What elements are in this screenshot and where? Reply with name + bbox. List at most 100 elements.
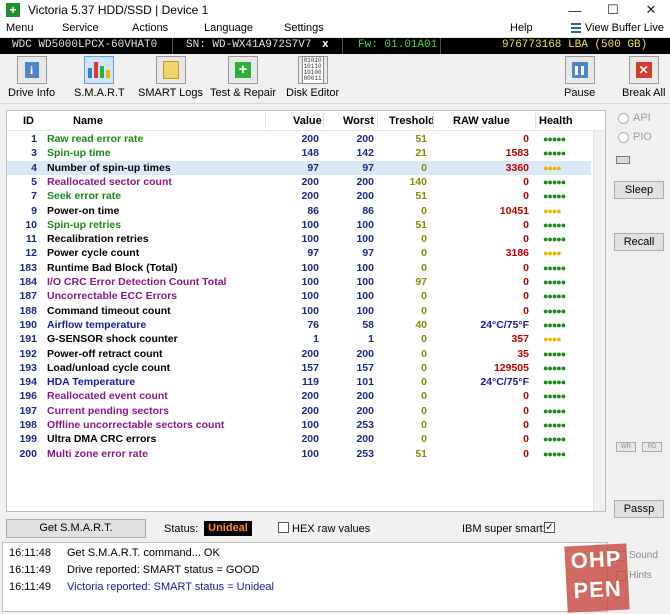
cell-threshold: 0 xyxy=(421,347,427,360)
cell-name: Ultra DMA CRC errors xyxy=(47,433,157,446)
table-row[interactable]: 12 Power cycle count 97 97 0 3186 ●●●● xyxy=(7,246,591,260)
cell-threshold: 0 xyxy=(421,361,427,374)
table-row[interactable]: 3 Spin-up time 148 142 21 1583 ●●●●● xyxy=(7,146,591,160)
table-row[interactable]: 191 G-SENSOR shock counter 1 1 0 357 ●●●● xyxy=(7,332,591,346)
table-scrollbar[interactable] xyxy=(593,131,605,511)
cell-worst: 157 xyxy=(356,361,374,374)
col-name[interactable]: Name xyxy=(73,115,103,127)
cell-health: ●●●●● xyxy=(543,448,566,459)
test-repair-button[interactable]: + Test & Repair xyxy=(210,56,276,102)
table-row[interactable]: 198 Offline uncorrectable sectors count 10… xyxy=(7,418,591,432)
cell-health: ●●●●● xyxy=(543,434,566,445)
break-all-button[interactable]: ✕ Break All xyxy=(622,56,665,102)
watermark-logo: OHP PEN xyxy=(564,543,630,613)
cell-raw: 357 xyxy=(511,333,529,346)
cell-id: 200 xyxy=(19,447,37,460)
table-row[interactable]: 197 Current pending sectors 200 200 0 0 ●●●●● xyxy=(7,404,591,418)
cell-value: 200 xyxy=(301,390,319,403)
device-model[interactable]: WDC WD5000LPCX-60VHAT0 xyxy=(12,39,157,51)
table-row[interactable]: 196 Reallocated event count 200 200 0 0 ●●●●● xyxy=(7,389,591,403)
cell-name: Runtime Bad Block (Total) xyxy=(47,261,178,274)
cell-name: Power-off retract count xyxy=(47,347,163,360)
col-worst[interactable]: Worst xyxy=(343,115,374,127)
cell-name: Power-on time xyxy=(47,204,120,217)
pio-radio[interactable]: PIO xyxy=(618,131,652,143)
table-row[interactable]: 194 HDA Temperature 119 101 0 24°C/75°F ●●●●● xyxy=(7,375,591,389)
cell-health: ●●●●● xyxy=(543,176,566,187)
pause-button[interactable]: Pause xyxy=(564,56,595,102)
cell-value: 200 xyxy=(301,433,319,446)
menu-item-settings[interactable]: Settings xyxy=(284,22,324,34)
table-row[interactable]: 193 Load/unload cycle count 157 157 0 129505 ●… xyxy=(7,361,591,375)
col-value[interactable]: Value xyxy=(293,115,322,127)
cell-health: ●●●●● xyxy=(543,362,566,373)
drive-info-button[interactable]: i Drive Info xyxy=(8,56,55,102)
close-button[interactable]: ✕ xyxy=(632,0,670,20)
menu-item-language[interactable]: Language xyxy=(204,22,253,34)
table-row[interactable]: 187 Uncorrectable ECC Errors 100 100 0 0 ●●●●● xyxy=(7,289,591,303)
cell-id: 7 xyxy=(31,190,37,203)
rd-indicator: RD xyxy=(642,442,662,452)
col-id[interactable]: ID xyxy=(23,115,34,127)
table-row[interactable]: 184 I/O CRC Error Detection Count Total 10… xyxy=(7,275,591,289)
cell-name: Offline uncorrectable sectors count xyxy=(47,419,225,431)
col-threshold[interactable]: Treshold xyxy=(389,115,435,127)
device-close-button[interactable]: x xyxy=(322,39,329,51)
menu-item-help[interactable]: Help xyxy=(510,22,533,34)
table-row[interactable]: 183 Runtime Bad Block (Total) 100 100 0 0 ●●●●… xyxy=(7,261,591,275)
sleep-button[interactable]: Sleep xyxy=(614,181,664,199)
cell-worst: 58 xyxy=(362,318,374,331)
table-row[interactable]: 10 Spin-up retries 100 100 51 0 ●●●●● xyxy=(7,218,591,232)
pio-label: PIO xyxy=(633,131,652,143)
cell-worst: 200 xyxy=(356,190,374,203)
app-icon: + xyxy=(6,3,20,17)
table-row[interactable]: 190 Airflow temperature 76 58 40 24°C/75°F ●●●… xyxy=(7,318,591,332)
cell-health: ●●●●● xyxy=(543,234,566,245)
cell-name: Number of spin-up times xyxy=(47,161,171,174)
table-row[interactable]: 1 Raw read error rate 200 200 51 0 ●●●●● xyxy=(7,132,591,146)
table-row[interactable]: 7 Seek error rate 200 200 51 0 ●●●●● xyxy=(7,189,591,203)
table-row[interactable]: 199 Ultra DMA CRC errors 200 200 0 0 ●●●●● xyxy=(7,432,591,446)
smart-button[interactable]: S.M.A.R.T xyxy=(74,56,125,102)
menu-item-service[interactable]: Service xyxy=(62,22,99,34)
table-row[interactable]: 192 Power-off retract count 200 200 0 35 ●●●●● xyxy=(7,347,591,361)
smart-table[interactable]: ID Name Value Worst Treshold RAW value H… xyxy=(6,110,606,512)
table-row[interactable]: 11 Recalibration retries 100 100 0 0 ●●●●● xyxy=(7,232,591,246)
col-raw[interactable]: RAW value xyxy=(453,115,510,127)
maximize-button[interactable]: ☐ xyxy=(594,0,632,20)
table-row[interactable]: 9 Power-on time 86 86 0 10451 ●●●● xyxy=(7,204,591,218)
cell-id: 196 xyxy=(19,390,37,403)
col-health[interactable]: Health xyxy=(539,115,573,127)
cell-worst: 100 xyxy=(356,261,374,274)
hex-raw-checkbox[interactable] xyxy=(278,522,289,533)
plus-icon: + xyxy=(228,56,259,84)
device-lba: 976773168 LBA (500 GB) xyxy=(502,39,648,51)
smart-logs-button[interactable]: SMART Logs xyxy=(138,56,203,102)
menu-item-menu[interactable]: Menu xyxy=(6,22,34,34)
minimize-button[interactable]: — xyxy=(556,0,594,20)
recall-button[interactable]: Recall xyxy=(614,233,664,251)
get-smart-button[interactable]: Get S.M.A.R.T. xyxy=(6,519,146,538)
menu-item-actions[interactable]: Actions xyxy=(132,22,168,34)
event-log[interactable]: 16:11:48 Get S.M.A.R.T. command... OK 16:1… xyxy=(2,542,608,612)
cell-raw: 0 xyxy=(523,233,529,246)
cell-health: ●●●● xyxy=(543,205,562,216)
ibm-super-smart-checkbox[interactable]: ✓ xyxy=(544,522,555,533)
cell-raw: 0 xyxy=(523,419,529,431)
view-buffer-live-label: View Buffer Live xyxy=(584,22,664,34)
log-time: 16:11:48 xyxy=(9,547,52,559)
table-row[interactable]: 188 Command timeout count 100 100 0 0 ●●●●● xyxy=(7,304,591,318)
cell-threshold: 0 xyxy=(421,290,427,303)
cell-id: 5 xyxy=(31,175,37,188)
disk-editor-button[interactable]: 01010 10110 10100 00011 Disk Editor xyxy=(286,56,339,102)
device-serial: SN: WD-WX41A972S7V7 xyxy=(186,39,312,51)
view-buffer-live[interactable]: View Buffer Live xyxy=(570,22,664,34)
table-row[interactable]: 200 Multi zone error rate 100 253 51 0 ●●●●● xyxy=(7,447,591,461)
api-radio[interactable]: API xyxy=(618,112,651,124)
cell-health: ●●●●● xyxy=(543,391,566,402)
table-row[interactable]: 4 Number of spin-up times 97 97 0 3360 ●●●● xyxy=(7,160,591,175)
cell-threshold: 51 xyxy=(415,447,427,460)
table-row[interactable]: 5 Reallocated sector count 200 200 140 0 ●●●●● xyxy=(7,175,591,189)
cell-worst: 253 xyxy=(356,447,374,460)
passp-button[interactable]: Passp xyxy=(614,500,664,518)
